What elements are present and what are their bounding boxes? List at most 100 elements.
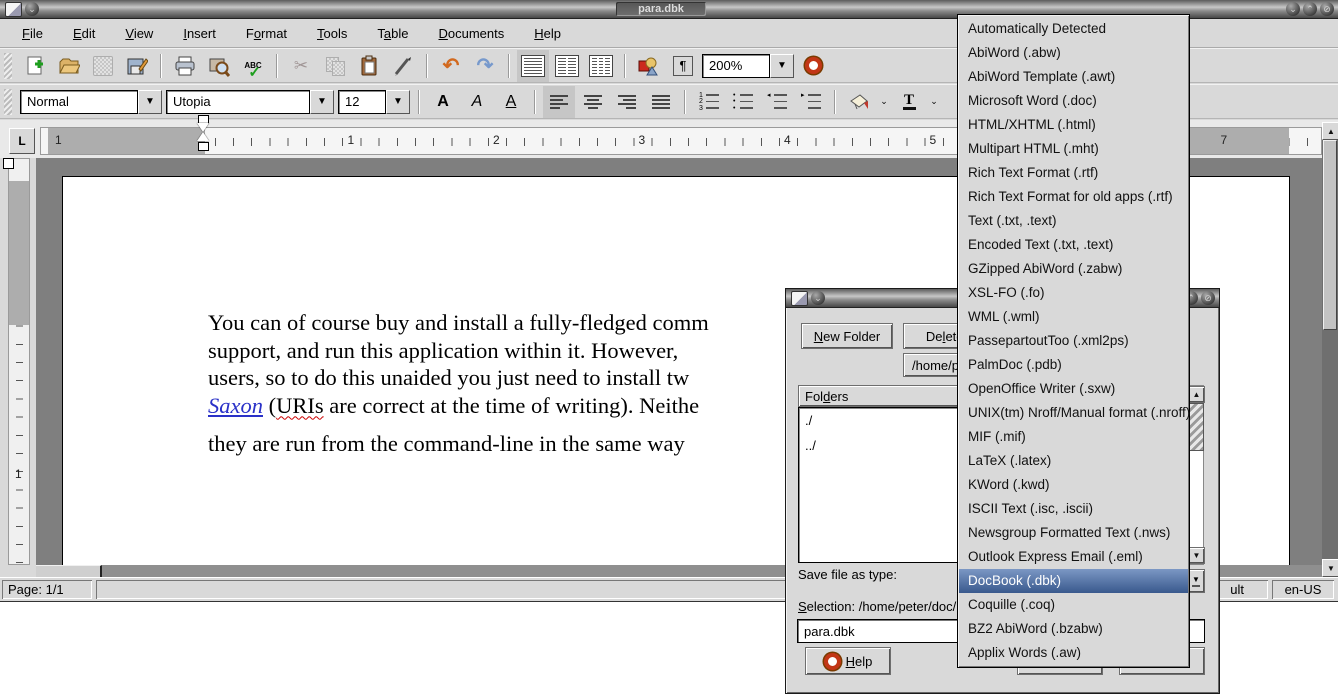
redo-button[interactable]: ↷ <box>469 50 501 82</box>
toolbar-drag-handle[interactable] <box>4 89 12 115</box>
file-type-option[interactable]: Automatically Detected <box>959 17 1188 41</box>
left-indent-bottom-marker[interactable] <box>197 132 209 141</box>
menu-view[interactable]: View <box>113 22 165 45</box>
file-type-option[interactable]: WML (.wml) <box>959 305 1188 329</box>
numbered-list-button[interactable]: 123 <box>693 86 725 118</box>
dialog-close-button[interactable]: ⊘ <box>1201 291 1215 305</box>
file-type-option[interactable]: KWord (.kwd) <box>959 473 1188 497</box>
view-two-columns-button[interactable] <box>551 50 583 82</box>
underline-button[interactable]: A <box>495 86 527 118</box>
show-paragraphs-button[interactable]: ¶ <box>667 50 699 82</box>
hyperlink-saxon[interactable]: Saxon <box>208 393 263 418</box>
file-type-option[interactable]: AbiWord Template (.awt) <box>959 65 1188 89</box>
file-type-option[interactable]: PassepartoutToo (.xml2ps) <box>959 329 1188 353</box>
decrease-indent-button[interactable]: ◂ <box>761 86 793 118</box>
paste-button[interactable] <box>353 50 385 82</box>
files-scroll-down-button[interactable]: ▼ <box>1188 547 1205 564</box>
style-value[interactable]: Normal <box>20 90 138 114</box>
italic-button[interactable]: A <box>461 86 493 118</box>
print-preview-button[interactable] <box>203 50 235 82</box>
top-margin-marker[interactable] <box>3 158 14 169</box>
align-center-button[interactable] <box>577 86 609 118</box>
file-type-option[interactable]: Applix Words (.aw) <box>959 641 1188 665</box>
folders-list[interactable]: ./../ <box>798 407 960 563</box>
file-type-option[interactable]: OpenOffice Writer (.sxw) <box>959 377 1188 401</box>
file-type-option[interactable]: AbiWord (.abw) <box>959 41 1188 65</box>
file-type-option-selected[interactable]: DocBook (.dbk) <box>959 569 1188 593</box>
file-type-option[interactable]: GZipped AbiWord (.zabw) <box>959 257 1188 281</box>
style-dropdown-arrow[interactable]: ▼ <box>138 90 162 114</box>
font-color-dropdown-arrow[interactable]: ⌄ <box>926 96 942 107</box>
menu-insert[interactable]: Insert <box>171 22 228 45</box>
view-three-columns-button[interactable] <box>585 50 617 82</box>
horizontal-scroll-thumb[interactable] <box>36 565 102 577</box>
files-scroll-thumb[interactable] <box>1189 403 1204 451</box>
dialog-window-menu-button[interactable]: ⌄ <box>811 291 825 305</box>
folder-item[interactable]: ./ <box>803 411 955 436</box>
vertical-scroll-thumb[interactable] <box>1323 140 1337 330</box>
open-file-button[interactable] <box>53 50 85 82</box>
font-size-value[interactable]: 12 <box>338 90 386 114</box>
file-type-option[interactable]: UNIX(tm) Nroff/Manual format (.nroff) <box>959 401 1188 425</box>
files-scroll-up-button[interactable]: ▲ <box>1188 386 1205 403</box>
zoom-dropdown-arrow[interactable]: ▼ <box>770 54 794 78</box>
vertical-scrollbar[interactable]: ▲ ▼ <box>1322 122 1338 577</box>
stylus-button[interactable] <box>387 50 419 82</box>
file-type-option[interactable]: HTML/XHTML (.html) <box>959 113 1188 137</box>
close-button[interactable]: ⊘ <box>1320 2 1334 16</box>
font-dropdown-arrow[interactable]: ▼ <box>310 90 334 114</box>
window-menu-button[interactable]: ⌄ <box>25 2 39 16</box>
file-type-option[interactable]: PalmDoc (.pdb) <box>959 353 1188 377</box>
toolbar-drag-handle[interactable] <box>4 53 12 79</box>
file-type-option[interactable]: Newsgroup Formatted Text (.nws) <box>959 521 1188 545</box>
highlight-color-dropdown-arrow[interactable]: ⌄ <box>876 96 892 107</box>
minimize-button[interactable]: ⌄ <box>1286 2 1300 16</box>
folder-item[interactable]: ../ <box>803 436 955 461</box>
view-one-column-button[interactable] <box>517 50 549 82</box>
left-indent-square-marker[interactable] <box>198 142 209 151</box>
left-indent-top-marker[interactable] <box>197 123 209 132</box>
file-type-option[interactable]: Outlook Express Email (.eml) <box>959 545 1188 569</box>
file-type-option[interactable]: XSL-FO (.fo) <box>959 281 1188 305</box>
new-folder-button[interactable]: New Folder <box>801 323 893 349</box>
align-left-button[interactable] <box>543 86 575 118</box>
insert-symbol-button[interactable] <box>633 50 665 82</box>
menu-documents[interactable]: Documents <box>427 22 517 45</box>
tab-stop-selector[interactable]: L <box>9 128 35 154</box>
menu-help[interactable]: Help <box>522 22 573 45</box>
file-type-option[interactable]: BZ2 AbiWord (.bzabw) <box>959 617 1188 641</box>
file-type-option[interactable]: ISCII Text (.isc, .iscii) <box>959 497 1188 521</box>
spellcheck-button[interactable]: ABC✓ <box>237 50 269 82</box>
align-right-button[interactable] <box>611 86 643 118</box>
folders-column-header[interactable]: Folders <box>798 385 960 407</box>
save-as-button[interactable] <box>121 50 153 82</box>
file-type-option[interactable]: Rich Text Format for old apps (.rtf) <box>959 185 1188 209</box>
align-justify-button[interactable] <box>645 86 677 118</box>
menu-table[interactable]: Table <box>365 22 420 45</box>
file-type-option[interactable]: Microsoft Word (.doc) <box>959 89 1188 113</box>
file-type-option[interactable]: Rich Text Format (.rtf) <box>959 161 1188 185</box>
menu-edit[interactable]: Edit <box>61 22 107 45</box>
scroll-down-button[interactable]: ▼ <box>1322 559 1338 577</box>
file-type-option[interactable]: LaTeX (.latex) <box>959 449 1188 473</box>
menu-file[interactable]: File <box>10 22 55 45</box>
font-color-button[interactable]: T <box>893 86 925 118</box>
font-value[interactable]: Utopia <box>166 90 310 114</box>
maximize-button[interactable]: ⌃ <box>1303 2 1317 16</box>
bold-button[interactable]: A <box>427 86 459 118</box>
indent-markers[interactable] <box>197 114 209 154</box>
bullet-list-button[interactable]: ••• <box>727 86 759 118</box>
menu-tools[interactable]: Tools <box>305 22 359 45</box>
dialog-help-button[interactable]: Help <box>805 647 891 675</box>
undo-button[interactable]: ↶ <box>435 50 467 82</box>
font-size-dropdown-arrow[interactable]: ▼ <box>386 90 410 114</box>
file-type-option[interactable]: Multipart HTML (.mht) <box>959 137 1188 161</box>
new-document-button[interactable] <box>19 50 51 82</box>
highlight-color-button[interactable] <box>843 86 875 118</box>
file-type-option[interactable]: Coquille (.coq) <box>959 593 1188 617</box>
increase-indent-button[interactable]: ▸ <box>795 86 827 118</box>
print-button[interactable] <box>169 50 201 82</box>
scroll-up-button[interactable]: ▲ <box>1322 122 1338 140</box>
help-button[interactable] <box>797 50 829 82</box>
menu-format[interactable]: Format <box>234 22 299 45</box>
